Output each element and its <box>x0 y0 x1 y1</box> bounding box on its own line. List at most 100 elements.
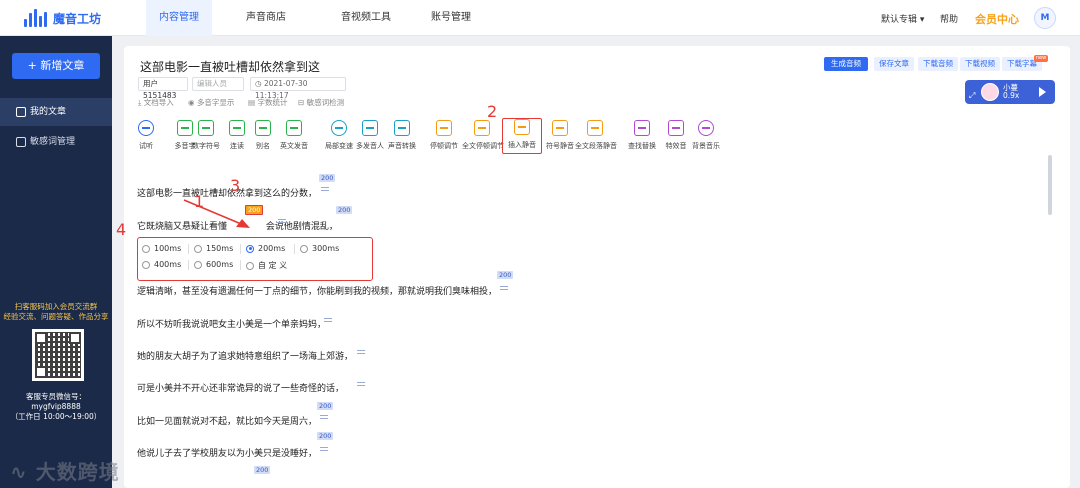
tool-label: 停顿调节 <box>430 142 458 150</box>
tool-bg-music[interactable]: 背景音乐 <box>686 120 726 151</box>
pause-tag[interactable]: 200 <box>317 432 334 440</box>
sensitive-check-label: 敏感词检测 <box>306 98 345 107</box>
listen-icon <box>138 120 154 136</box>
silence-option-150[interactable]: 150ms <box>194 244 233 253</box>
watermark-text: 大数跨境 <box>35 460 120 484</box>
tab-av-tools[interactable]: 音视频工具 <box>330 0 402 36</box>
option-label: 600ms <box>206 260 234 269</box>
sidebar-item-label: 我的文章 <box>30 107 67 117</box>
date-field[interactable]: ◷ 2021-07-30 11:13:17 <box>250 77 346 100</box>
pause-tag[interactable]: 200 <box>497 271 514 279</box>
tool-label: 全文停顿调节 <box>462 142 504 150</box>
content-scrollbar[interactable] <box>1048 155 1052 215</box>
pause-marker-icon <box>357 350 365 354</box>
member-center-link[interactable]: 会员中心 <box>975 11 1019 27</box>
option-label: 150ms <box>206 244 234 253</box>
document-icon <box>16 107 26 117</box>
english-pronounce-icon <box>286 120 302 136</box>
pause-tag[interactable]: 200 <box>317 402 334 410</box>
tab-voice-store[interactable]: 声音商店 <box>234 0 298 36</box>
silence-option-custom[interactable]: 自 定 义 <box>246 260 287 271</box>
pause-tag[interactable]: 200 <box>254 466 271 474</box>
silence-option-400[interactable]: 400ms <box>142 260 181 269</box>
silence-option-300[interactable]: 300ms <box>300 244 339 253</box>
polyphone-display-toggle[interactable]: ◉ 多音字显示 <box>188 97 234 108</box>
editor-panel: 这部电影一直被吐槽却依然拿到这 用户5151483 编辑人员 ◷ 2021-07… <box>116 46 1070 488</box>
tool-insert-silence[interactable]: 插入静音 <box>502 118 542 154</box>
play-icon[interactable] <box>1039 87 1046 97</box>
tool-english-pronounce[interactable]: 英文发音 <box>274 120 314 151</box>
tool-global-pause[interactable]: 全文停顿调节 <box>462 120 504 151</box>
new-article-button[interactable]: + 新增文章 <box>12 53 100 79</box>
tool-label: 声音转换 <box>388 142 416 150</box>
silence-option-100[interactable]: 100ms <box>142 244 181 253</box>
sensitive-check-button[interactable]: ⊟ 敏感词检测 <box>298 97 344 108</box>
silence-option-600[interactable]: 600ms <box>194 260 233 269</box>
annotation-number: 2 <box>487 102 498 121</box>
pause-marker-icon <box>324 318 332 322</box>
radio-icon <box>300 244 308 253</box>
tool-pause-adjust[interactable]: 停顿调节 <box>424 120 464 151</box>
word-count-button[interactable]: ▤ 字数统计 <box>248 97 287 108</box>
promo-line: 经验交流、问题答疑、作品分享 <box>3 312 109 321</box>
tool-label: 插入静音 <box>508 141 536 149</box>
radio-icon <box>194 244 202 253</box>
sidebar-item-my-articles[interactable]: 我的文章 <box>0 98 112 126</box>
alias-icon <box>255 120 271 136</box>
service-line: mygfvip8888 <box>31 402 81 411</box>
pause-marker-icon <box>321 187 329 191</box>
app-logo[interactable]: 魔音工坊 <box>24 9 101 27</box>
import-doc-label: 文档导入 <box>143 98 174 107</box>
save-article-button[interactable]: 保存文章 <box>874 57 914 71</box>
silence-option-200[interactable]: 200ms <box>246 244 285 253</box>
expand-icon[interactable]: ⤢ <box>969 92 975 100</box>
promo-line: 扫客服码加入会员交流群 <box>14 302 98 311</box>
download-audio-button[interactable]: 下载音频 <box>918 57 958 71</box>
tool-paragraph-silence[interactable]: 全文段落静音 <box>575 120 617 151</box>
option-label: 300ms <box>312 244 340 253</box>
import-doc-button[interactable]: ⤓ 文档导入 <box>138 97 174 108</box>
tool-label: 英文发音 <box>280 142 308 150</box>
user-avatar[interactable]: M <box>1034 7 1056 29</box>
radio-selected-icon <box>246 244 254 253</box>
tab-content-management[interactable]: 内容管理 <box>146 0 212 36</box>
pause-tag[interactable]: 200 <box>319 174 336 182</box>
article-title[interactable]: 这部电影一直被吐槽却依然拿到这 <box>140 58 320 75</box>
tool-label: 背景音乐 <box>692 142 720 150</box>
editor-input[interactable]: 编辑人员 <box>192 77 244 91</box>
local-speed-icon <box>331 120 347 136</box>
symbol-silence-icon <box>552 120 568 136</box>
promo-text: 扫客服码加入会员交流群 经验交流、问题答疑、作品分享 <box>0 302 112 322</box>
tool-symbol-silence[interactable]: 符号静音 <box>540 120 580 151</box>
help-link[interactable]: 帮助 <box>940 12 958 25</box>
app-name: 魔音工坊 <box>53 11 102 26</box>
text-line[interactable]: 比如一见面就说对不起，就比如今天是周六， <box>137 414 317 427</box>
text-line[interactable]: 他说儿子去了学校朋友以为小美只是没睡好， <box>137 446 317 459</box>
service-info: 客服专员微信号： mygfvip8888 （工作日 10:00～19:00） <box>0 392 112 422</box>
sidebar: + 新增文章 我的文章 敏感词管理 扫客服码加入会员交流群 经验交流、问题答疑、… <box>0 36 112 488</box>
bg-music-icon <box>698 120 714 136</box>
text-line[interactable]: 逻辑清晰，甚至没有遗漏任何一丁点的细节，你能刷到我的视频，那就说明我们臭味相投， <box>137 284 497 297</box>
multi-speaker-icon <box>362 120 378 136</box>
sidebar-item-sensitive-words[interactable]: 敏感词管理 <box>0 128 112 156</box>
tool-voice-convert[interactable]: 声音转换 <box>382 120 422 151</box>
option-label: 400ms <box>154 260 182 269</box>
watermark-logo: ∿ 大数跨境 <box>10 460 120 484</box>
voice-speed: 0.9x <box>1003 91 1020 100</box>
download-video-button[interactable]: 下载视频 <box>960 57 1000 71</box>
text-line[interactable]: 她的朋友大胡子为了追求她特意组织了一场海上郊游， <box>137 349 353 362</box>
global-pause-icon <box>474 120 490 136</box>
voice-convert-icon <box>394 120 410 136</box>
text-line[interactable]: 所以不妨听我说说吧女主小美是一个单亲妈妈， <box>137 317 326 330</box>
voice-player[interactable]: ⤢ 小蔓 0.9x <box>965 80 1055 104</box>
tab-account[interactable]: 账号管理 <box>422 0 480 36</box>
text-line[interactable]: 可是小美并不开心还非常诡异的说了一些奇怪的话， <box>137 381 344 394</box>
pause-adjust-icon <box>436 120 452 136</box>
pause-tag[interactable]: 200 <box>336 206 353 214</box>
annotation-number: 3 <box>230 176 241 195</box>
default-album-dropdown[interactable]: 默认专辑 ▾ <box>881 12 924 25</box>
tool-label: 试听 <box>139 142 153 150</box>
tool-listen[interactable]: 试听 <box>126 120 166 151</box>
generate-audio-button[interactable]: 生成音频 <box>824 57 868 71</box>
default-album-label: 默认专辑 <box>881 15 918 25</box>
